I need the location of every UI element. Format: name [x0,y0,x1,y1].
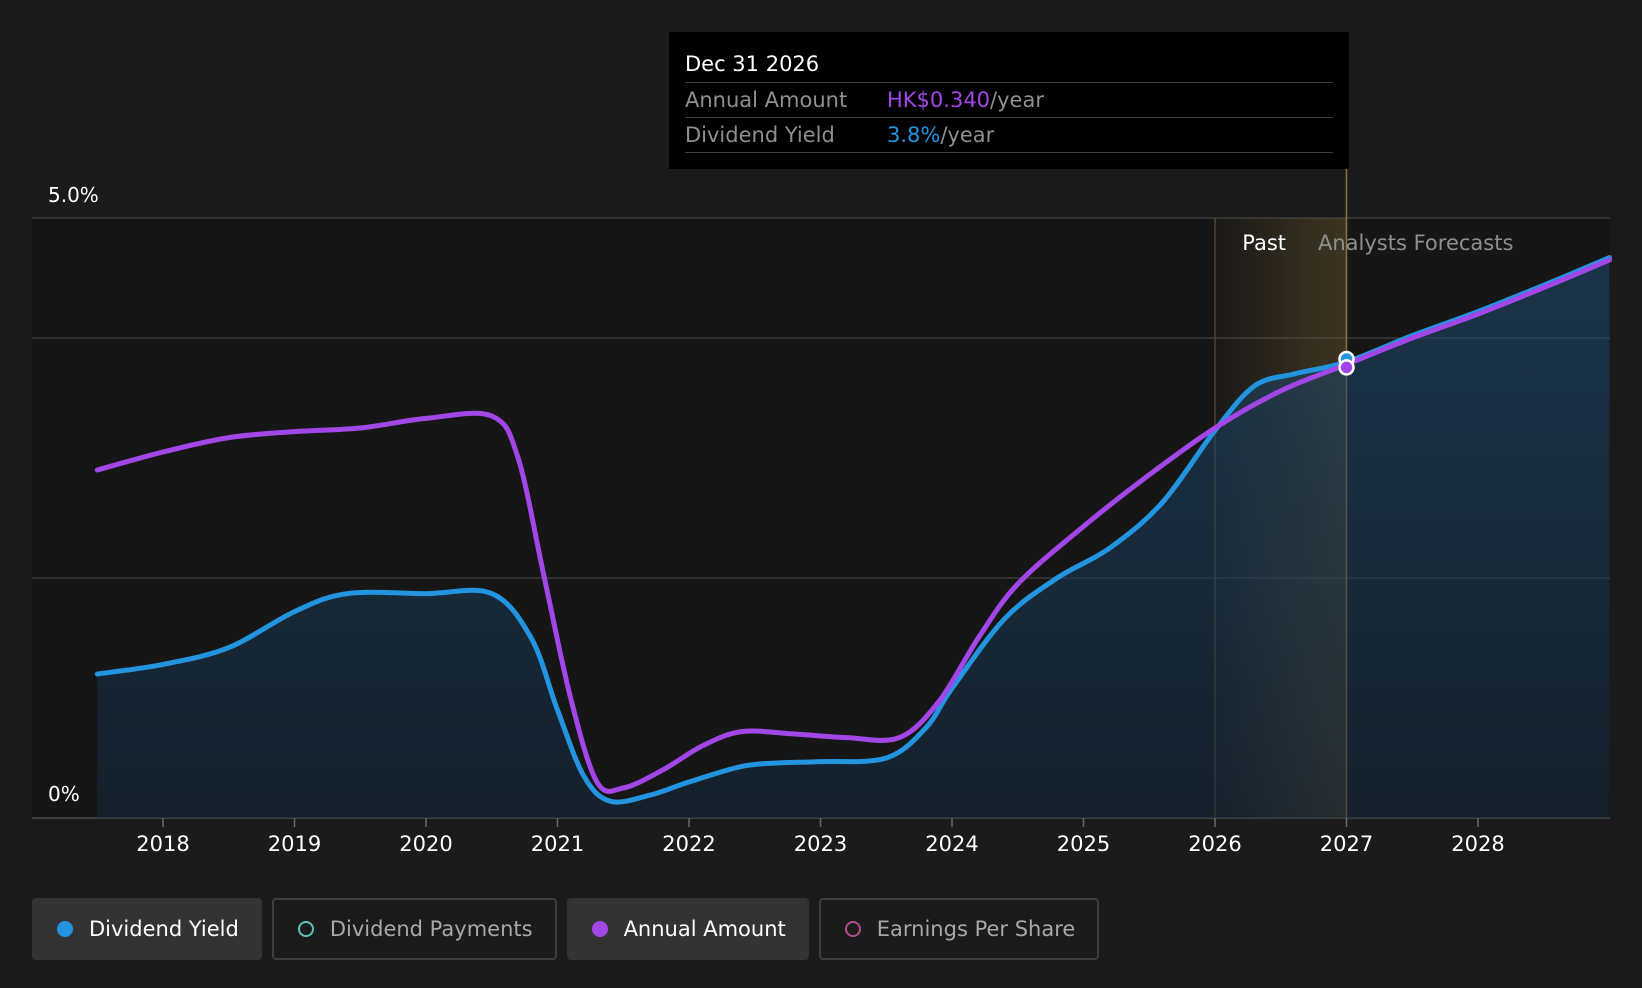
x-tick-label: 2018 [136,832,189,856]
tooltip-row-dividend-yield: Dividend Yield 3.8% /year [685,118,1333,153]
x-tick-label: 2027 [1320,832,1373,856]
legend-dividend-yield[interactable]: Dividend Yield [32,898,262,960]
tooltip-row-annual-amount: Annual Amount HK$0.340 /year [685,83,1333,118]
forecast-label: Analysts Forecasts [1318,231,1513,255]
y-tick-bottom: 0% [48,782,80,806]
earnings-per-share-ring-icon [844,921,861,937]
tooltip: Dec 31 2026 Annual Amount HK$0.340 /year… [669,32,1349,169]
legend-earnings-per-share[interactable]: Earnings Per Share [818,898,1100,960]
x-tick-label: 2028 [1451,832,1504,856]
tooltip-value: HK$0.340 [887,88,991,112]
y-tick-top: 5.0% [48,183,99,207]
x-tick-label: 2025 [1057,832,1110,856]
x-tick-label: 2022 [662,832,715,856]
tooltip-unit: /year [940,123,995,147]
legend-dividend-payments[interactable]: Dividend Payments [271,898,557,960]
legend-label: Earnings Per Share [876,917,1076,941]
tooltip-unit: /year [990,88,1044,112]
x-tick-label: 2019 [268,832,321,856]
legend: Dividend Yield Dividend Payments Annual … [32,898,1100,960]
legend-annual-amount[interactable]: Annual Amount [566,898,809,960]
annual-amount-dot-icon [591,921,608,937]
x-tick-label: 2026 [1188,832,1241,856]
past-label: Past [1242,231,1286,255]
tooltip-date: Dec 31 2026 [685,46,1333,83]
tooltip-label: Annual Amount [685,88,848,112]
tooltip-label: Dividend Yield [685,123,835,147]
x-tick-label: 2023 [794,832,847,856]
tooltip-value: 3.8% [887,123,941,147]
x-tick-label: 2020 [399,832,452,856]
dividend-payments-ring-icon [297,921,314,937]
dividend-yield-dot-icon [57,921,73,937]
legend-label: Dividend Payments [329,917,533,941]
annual-amount-marker [1338,359,1355,376]
x-tick-label: 2021 [531,832,584,856]
x-tick-label: 2024 [925,832,978,856]
legend-label: Dividend Yield [89,917,239,941]
legend-label: Annual Amount [623,917,786,941]
